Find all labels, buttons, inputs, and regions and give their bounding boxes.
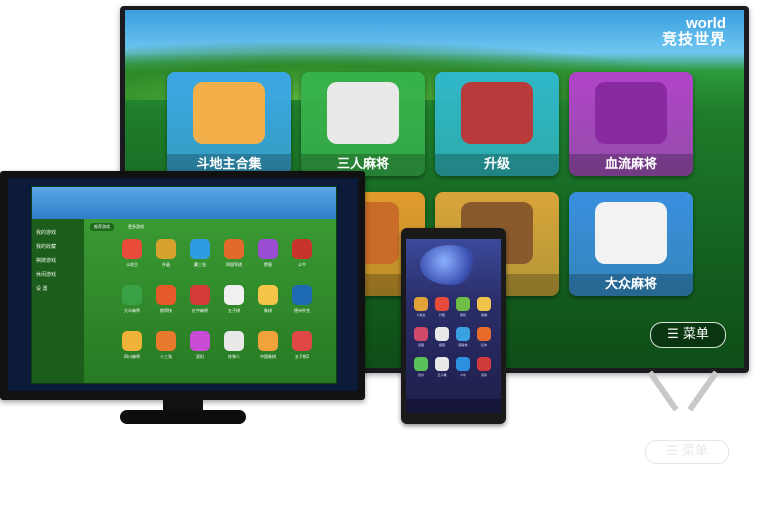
game-icon[interactable]	[224, 331, 244, 351]
tv-leg-right	[687, 370, 719, 412]
tv-game-tile-label: 血流麻将	[569, 154, 693, 176]
tv-game-tile[interactable]: 血流麻将	[569, 72, 693, 176]
tv-leg-left	[647, 370, 679, 412]
game-icon[interactable]	[190, 285, 210, 305]
tv-game-tile-label: 升级	[435, 154, 559, 176]
tv-game-tile-label: 大众麻将	[569, 274, 693, 296]
game-icon[interactable]	[156, 331, 176, 351]
game-icon[interactable]	[156, 239, 176, 259]
phone-game-label: 麻将	[459, 313, 466, 317]
tv-game-tile[interactable]: 大众麻将	[569, 192, 693, 296]
phone-game-icon[interactable]	[435, 357, 449, 371]
game-icon[interactable]	[224, 285, 244, 305]
phone-game-icon[interactable]	[456, 327, 470, 341]
game-icon[interactable]	[122, 285, 142, 305]
game-label: 升级	[162, 262, 170, 267]
phone-game-icon[interactable]	[414, 297, 428, 311]
phone-game-icon[interactable]	[456, 297, 470, 311]
phone-game-label: 象棋	[480, 313, 487, 317]
game-label: 十三张	[160, 354, 172, 359]
phone-screen: 斗地主 升级 麻将 象棋四国 掼蛋 跑得快 红中德州 五子棋 斗牛 双扣	[406, 239, 501, 413]
app-main: 推荐游戏 更多游戏斗地主 升级 赢三张 四国军棋 掼蛋 斗牛大众麻将 跑得快 红中麻将 五子棋 象棋…	[84, 219, 336, 383]
menu-reflection: ☰ 菜单	[645, 440, 729, 464]
brand-logo-cn: 竞技世界	[661, 30, 726, 48]
phone-game-label: 掼蛋	[438, 343, 445, 347]
phone-game-icon[interactable]	[414, 327, 428, 341]
game-label: 五子棋	[228, 308, 240, 313]
monitor-screen: 我的游戏我的收藏棋牌游戏休闲游戏设 置 推荐游戏 更多游戏斗地主 升级 赢三张 四国军棋…	[8, 178, 358, 391]
game-art-icon	[595, 202, 667, 264]
app-sidebar: 我的游戏我的收藏棋牌游戏休闲游戏设 置	[32, 219, 84, 383]
tab[interactable]: 更多游戏	[124, 223, 148, 231]
phone-game-icon[interactable]	[435, 297, 449, 311]
phone-game-label: 斗牛	[459, 373, 466, 377]
game-label: 双扣	[196, 354, 204, 359]
phone-bottom-bar	[406, 399, 501, 413]
game-art-icon	[595, 82, 667, 144]
game-label: 掼蛋	[264, 262, 272, 267]
game-label: 四川麻将	[124, 354, 140, 359]
game-icon[interactable]	[258, 331, 278, 351]
app-header	[32, 187, 336, 219]
sidebar-item[interactable]: 设 置	[36, 285, 48, 292]
game-art-icon	[461, 82, 533, 144]
game-art-icon	[193, 82, 265, 144]
game-label: 中国象棋	[260, 354, 276, 359]
game-label: 大众麻将	[124, 308, 140, 313]
game-icon[interactable]	[292, 285, 312, 305]
phone-game-label: 红中	[480, 343, 487, 347]
phone-game-icon[interactable]	[414, 357, 428, 371]
phone-game-label: 跑得快	[458, 343, 468, 347]
brand-logo: world 竞技世界	[662, 16, 726, 47]
sidebar-item[interactable]: 棋牌游戏	[36, 257, 56, 264]
game-label: 斗地主	[126, 262, 138, 267]
tv-menu-button[interactable]: ☰ 菜单	[650, 322, 726, 348]
phone-game-icon[interactable]	[477, 357, 491, 371]
phone-game-label: 德州	[417, 373, 424, 377]
game-label: 红中麻将	[192, 308, 208, 313]
tv-game-tile[interactable]: 三人麻将	[301, 72, 425, 176]
game-label: 五子棋2	[294, 354, 310, 359]
game-label: 象棋	[264, 308, 272, 313]
phone-game-label: 五子棋	[437, 373, 447, 377]
phone-game-icon[interactable]	[456, 357, 470, 371]
phone-game-icon[interactable]	[477, 297, 491, 311]
game-label: 赢三张	[194, 262, 206, 267]
game-art-icon	[327, 82, 399, 144]
tv-game-tile[interactable]: 升级	[435, 72, 559, 176]
sidebar-item[interactable]: 我的收藏	[36, 243, 56, 250]
game-icon[interactable]	[156, 285, 176, 305]
phone-game-label: 双扣	[480, 373, 487, 377]
monitor-base	[120, 410, 246, 424]
sidebar-item[interactable]: 休闲游戏	[36, 271, 56, 278]
tab[interactable]: 推荐游戏	[90, 223, 114, 231]
planet-graphic	[420, 245, 480, 285]
game-icon[interactable]	[258, 285, 278, 305]
game-icon[interactable]	[224, 239, 244, 259]
phone-game-label: 四国	[417, 343, 424, 347]
game-label: 四国军棋	[226, 262, 242, 267]
phone-game-label: 升级	[438, 313, 445, 317]
desktop-app-window: 我的游戏我的收藏棋牌游戏休闲游戏设 置 推荐游戏 更多游戏斗地主 升级 赢三张 四国军棋…	[31, 186, 337, 384]
brand-logo-en: world	[686, 15, 726, 32]
game-icon[interactable]	[122, 331, 142, 351]
game-icon[interactable]	[190, 239, 210, 259]
game-label: 跑得快	[160, 308, 172, 313]
game-icon[interactable]	[122, 239, 142, 259]
phone-game-label: 斗地主	[416, 313, 426, 317]
game-icon[interactable]	[258, 239, 278, 259]
game-label: 德州扑克	[294, 308, 310, 313]
sidebar-item[interactable]: 我的游戏	[36, 229, 56, 236]
phone-game-icon[interactable]	[477, 327, 491, 341]
game-label: 斗牛	[298, 262, 306, 267]
game-icon[interactable]	[190, 331, 210, 351]
tv-game-tile[interactable]: 斗地主合集	[167, 72, 291, 176]
game-icon[interactable]	[292, 239, 312, 259]
game-label: 炸弹人	[228, 354, 240, 359]
phone-game-icon[interactable]	[435, 327, 449, 341]
game-icon[interactable]	[292, 331, 312, 351]
